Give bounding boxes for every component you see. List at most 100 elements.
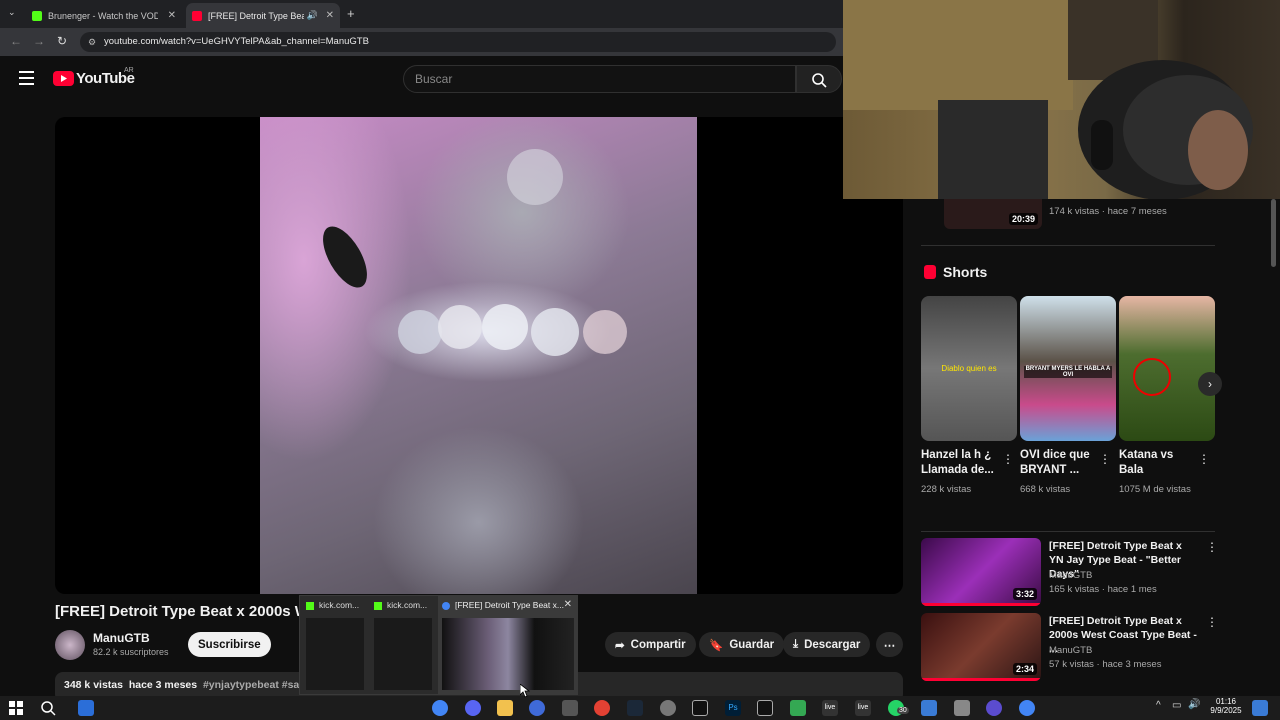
steam-icon[interactable] [627, 700, 643, 716]
capcut-icon[interactable] [757, 700, 773, 716]
search-icon[interactable] [40, 700, 56, 716]
short-title[interactable]: OVI dice que BRYANT ... [1020, 448, 1100, 478]
short-thumbnail[interactable]: Diablo quien es [921, 296, 1017, 441]
subscriber-count: 82.2 k suscriptores [93, 647, 169, 657]
whatsapp-icon[interactable]: 30 [888, 700, 909, 716]
duration-badge: 2:34 [1012, 663, 1037, 675]
obs-icon[interactable] [660, 700, 676, 716]
short-caption: Diablo quien es [941, 364, 997, 373]
app-icon[interactable] [562, 700, 578, 716]
search-button[interactable] [796, 65, 842, 93]
more-vertical-icon[interactable]: ⋮ [1198, 452, 1210, 466]
more-vertical-icon[interactable]: ⋮ [1206, 615, 1218, 629]
tab-search-icon[interactable]: ⌄ [8, 7, 16, 18]
tab-brunenger[interactable]: Brunenger - Watch the VOD on ✕ [26, 3, 182, 28]
app-icon[interactable] [954, 700, 970, 716]
short-views: 1075 M de vistas [1119, 484, 1191, 495]
search-icon [812, 73, 827, 88]
address-bar-row: ← → ↻ ⚙ youtube.com/watch?v=UeGHVYTelPA&… [0, 28, 843, 56]
volume-icon[interactable]: 🔊 [1188, 699, 1200, 710]
capcut-icon[interactable] [692, 700, 708, 716]
preview-item-active[interactable]: [FREE] Detroit Type Beat x... ✕ [438, 596, 578, 695]
shorts-next-button[interactable]: › [1198, 372, 1222, 396]
video-channel[interactable]: ManuGTB [1049, 570, 1092, 581]
video-channel[interactable]: ManuGTB [1049, 645, 1092, 656]
preview-title: kick.com... [387, 600, 428, 610]
photoshop-icon[interactable]: Ps [725, 700, 741, 716]
video-thumbnail[interactable]: 20:39 [944, 199, 1042, 229]
preview-title: [FREE] Detroit Type Beat x... [455, 600, 564, 610]
live-icon[interactable]: live [822, 700, 838, 716]
chrome-icon[interactable] [432, 700, 448, 716]
new-tab-icon[interactable]: + [347, 6, 355, 21]
chevron-up-icon[interactable]: ^ [1156, 700, 1161, 711]
more-vertical-icon[interactable]: ⋮ [1002, 452, 1014, 466]
video-thumbnail[interactable]: 2:34 [921, 613, 1041, 681]
close-icon[interactable]: ✕ [168, 10, 176, 21]
channel-avatar[interactable] [55, 630, 85, 660]
reload-icon[interactable]: ↻ [57, 34, 67, 48]
masthead: YouTube AR Buscar [0, 56, 918, 102]
download-icon: ⤓ [793, 638, 799, 650]
url-text: youtube.com/watch?v=UeGHVYTelPA&ab_chann… [104, 36, 369, 47]
browser-tab-bar: ⌄ Brunenger - Watch the VOD on ✕ [FREE] … [0, 0, 843, 28]
watch-progress [921, 603, 1041, 606]
tab-label: [FREE] Detroit Type Beat x 2 [208, 10, 304, 21]
file-explorer-icon[interactable] [497, 700, 513, 716]
youtube-logo-icon[interactable] [53, 71, 74, 86]
divider [921, 531, 1215, 532]
audio-icon[interactable]: 🔊 [307, 10, 318, 21]
clock-time: 01:16 [1215, 697, 1237, 706]
preview-item[interactable]: kick.com... [306, 600, 359, 610]
video-thumbnail[interactable]: 3:32 [921, 538, 1041, 606]
short-title[interactable]: Hanzel la h ¿ Llamada de... [921, 448, 1001, 478]
taskbar-window-preview: kick.com... kick.com... [FREE] Detroit T… [299, 595, 578, 695]
windows-start-icon[interactable] [8, 700, 24, 716]
live-icon[interactable]: live [855, 700, 871, 716]
kick-icon [374, 601, 382, 610]
more-vertical-icon[interactable]: ⋮ [1206, 540, 1218, 554]
share-button[interactable]: ➦ Compartir [605, 632, 696, 657]
app-icon[interactable] [986, 700, 1002, 716]
network-icon[interactable]: ▭ [1172, 700, 1181, 711]
tab-youtube[interactable]: [FREE] Detroit Type Beat x 2 🔊 ✕ [186, 3, 340, 28]
save-button[interactable]: 🔖 Guardar [699, 632, 785, 657]
tab-label: Brunenger - Watch the VOD on [48, 10, 158, 21]
task-view-icon[interactable] [78, 700, 94, 716]
chevron-right-icon: › [1208, 377, 1212, 391]
more-vertical-icon[interactable]: ⋮ [1099, 452, 1111, 466]
preview-item[interactable]: kick.com... [374, 600, 427, 610]
url-field[interactable]: ⚙ youtube.com/watch?v=UeGHVYTelPA&ab_cha… [80, 32, 836, 52]
channel-name[interactable]: ManuGTB [93, 631, 150, 645]
notification-icon[interactable] [1252, 700, 1268, 716]
menu-icon[interactable] [19, 71, 34, 85]
short-title[interactable]: Katana vs Bala [1119, 448, 1195, 478]
short-thumbnail[interactable]: BRYANT MYERS LE HABLA A OVI [1020, 296, 1116, 441]
site-info-icon[interactable]: ⚙ [88, 32, 96, 52]
video-meta: 165 k vistas · hace 1 mes [1049, 584, 1157, 595]
google-drive-icon[interactable] [790, 700, 806, 716]
view-count: 348 k vistas [64, 679, 123, 691]
app-icon[interactable] [921, 700, 937, 716]
video-player[interactable] [55, 117, 903, 594]
chrome-icon[interactable] [1019, 700, 1035, 716]
chrome-icon[interactable] [594, 700, 610, 716]
share-label: Compartir [630, 638, 686, 651]
download-button[interactable]: ⤓ Descargar [783, 632, 871, 657]
duration-badge: 3:32 [1012, 588, 1037, 600]
preview-thumbnail [374, 618, 432, 690]
close-icon[interactable]: ✕ [564, 599, 572, 610]
close-icon[interactable]: ✕ [326, 10, 334, 21]
clock[interactable]: 01:16 9/9/2025 [1206, 697, 1246, 715]
youtube-favicon-icon [192, 10, 202, 21]
preview-thumbnail [442, 618, 574, 690]
short-thumbnail[interactable] [1119, 296, 1215, 441]
search-input[interactable]: Buscar [403, 65, 796, 93]
discord-icon[interactable] [465, 700, 481, 716]
scrollbar-thumb[interactable] [1271, 199, 1276, 267]
subscribe-button[interactable]: Suscribirse [188, 632, 271, 657]
messenger-icon[interactable] [529, 700, 545, 716]
forward-icon[interactable]: → [33, 34, 45, 48]
back-icon[interactable]: ← [10, 34, 22, 48]
more-actions-button[interactable]: ⋯ [876, 632, 903, 657]
